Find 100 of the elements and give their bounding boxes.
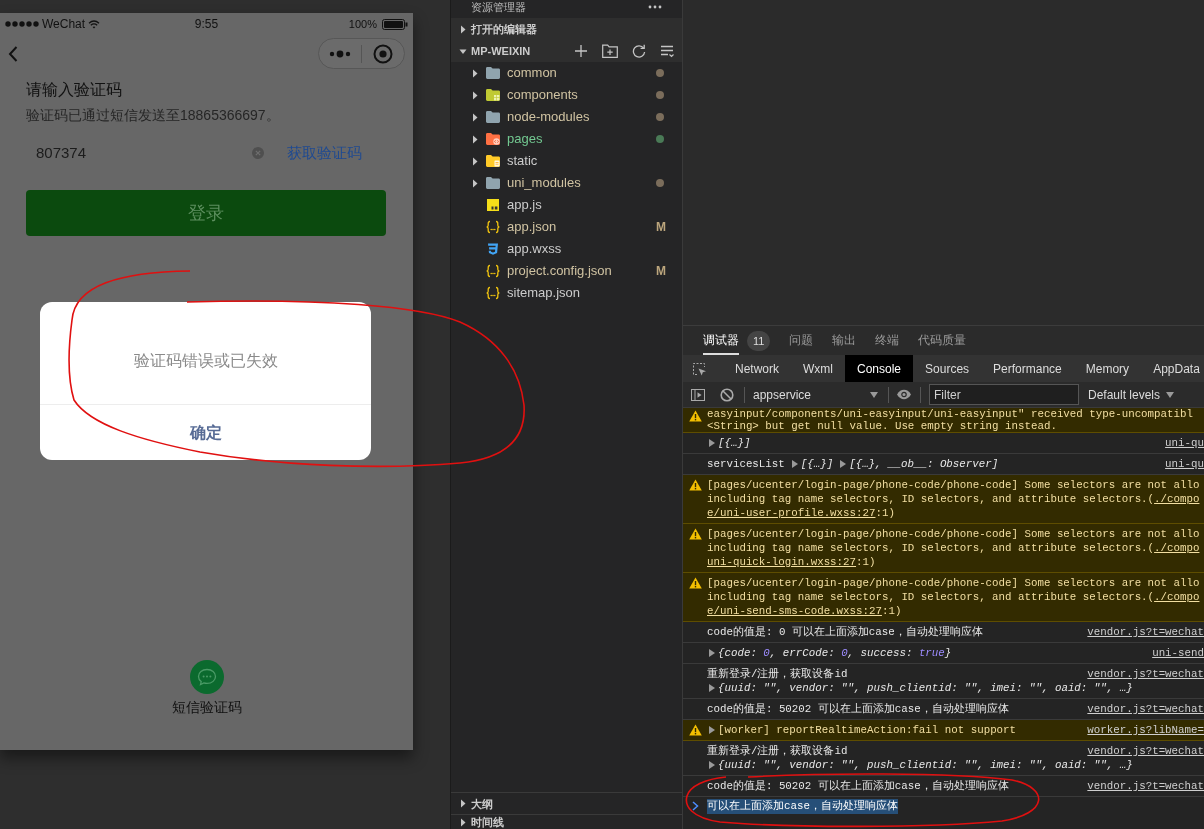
devtools-tab[interactable]: Console xyxy=(845,355,914,382)
inspect-icon[interactable] xyxy=(691,360,707,377)
back-icon[interactable] xyxy=(8,45,18,62)
panel-tab[interactable]: 问题 xyxy=(789,326,814,355)
sidebar-toggle-icon[interactable] xyxy=(690,386,706,403)
warning-text: e/uni-send-sms-code.wxss:27:1) xyxy=(707,604,902,618)
source-link[interactable]: uni-qu xyxy=(1157,436,1204,450)
section-header[interactable]: 时间线 xyxy=(451,814,682,829)
refresh-icon[interactable] xyxy=(632,44,646,58)
source-link[interactable]: vendor.js?t=wechat xyxy=(1079,625,1204,639)
caret-right-icon[interactable] xyxy=(709,726,715,734)
file-name[interactable]: node-modules xyxy=(507,109,590,125)
context-dropdown[interactable]: appservice xyxy=(753,387,886,402)
explorer-title: 资源管理器 xyxy=(471,0,526,14)
braces-file-icon xyxy=(485,219,501,235)
file-name[interactable]: project.config.json xyxy=(507,263,612,279)
section-title: MP-WEIXIN xyxy=(471,44,531,58)
caret-right-icon[interactable] xyxy=(709,439,715,447)
object-preview: {uuid: "", vendor: "", push_clientid: "", imei: "", oaid: "", …} xyxy=(718,681,1133,695)
caret-right-icon[interactable] xyxy=(471,156,479,166)
file-name[interactable]: uni_modules xyxy=(507,175,581,191)
wifi-icon xyxy=(88,19,101,29)
source-link[interactable]: vendor.js?t=wechat xyxy=(1079,779,1204,793)
confirm-button[interactable]: 确定 xyxy=(40,405,371,460)
console-text: code的值是: 50202 可以在上面添加case，自动处理响应体 xyxy=(707,702,1009,716)
prompt-chevron-icon xyxy=(691,801,699,811)
panel-tab[interactable]: 终端 xyxy=(875,326,900,355)
caret-down-icon xyxy=(1166,391,1175,398)
source-link[interactable]: uni-send xyxy=(1144,646,1204,660)
source-link[interactable]: uni-qu xyxy=(1157,457,1204,471)
file-name[interactable]: pages xyxy=(507,131,543,147)
file-link[interactable]: e/uni-send-sms-code.wxss:27 xyxy=(707,605,882,617)
css-file-icon xyxy=(485,241,501,257)
plus-icon[interactable] xyxy=(574,44,588,58)
caret-down-icon xyxy=(870,391,878,398)
file-name[interactable]: common xyxy=(507,65,557,81)
console-text: 重新登录/注册，获取设备id xyxy=(707,667,848,681)
clear-console-icon[interactable] xyxy=(720,387,734,402)
devtools-tab[interactable]: Wxml xyxy=(791,355,845,382)
file-link[interactable]: ./compo xyxy=(1154,591,1200,603)
devtools-tab[interactable]: Memory xyxy=(1073,355,1142,382)
file-link[interactable]: ./compo xyxy=(1154,493,1200,505)
eye-icon[interactable] xyxy=(896,389,912,400)
battery-percent: 100% xyxy=(348,17,377,31)
folder-icon xyxy=(485,65,501,81)
folder-icon xyxy=(485,153,501,169)
source-link[interactable]: vendor.js?t=wechat xyxy=(1079,667,1204,681)
devtools-tab[interactable]: AppData xyxy=(1141,355,1204,382)
file-name[interactable]: components xyxy=(507,87,578,103)
caret-right-icon[interactable] xyxy=(709,649,715,657)
caret-right-icon[interactable] xyxy=(471,134,479,144)
dialog-message: 验证码错误或已失效 xyxy=(133,351,278,371)
panel-tab[interactable]: 输出 xyxy=(832,326,857,355)
devtools-tab[interactable]: Sources xyxy=(913,355,982,382)
file-name[interactable]: app.json xyxy=(507,219,557,235)
warning-text: easyinput/components/uni-easyinput/uni-easyinput" received type-uncompatibl xyxy=(707,408,1193,420)
new-folder-icon[interactable] xyxy=(602,44,618,58)
warning-icon xyxy=(688,528,702,540)
section-header[interactable]: 打开的编辑器 xyxy=(451,18,682,40)
file-link[interactable]: uni-quick-login.wxss:27 xyxy=(707,556,857,568)
console-input[interactable]: 可以在上面添加case，自动处理响应体 xyxy=(707,797,1204,815)
panel-tab[interactable]: 代码质量 xyxy=(918,326,967,355)
file-name[interactable]: sitemap.json xyxy=(507,285,580,301)
file-name[interactable]: static xyxy=(507,153,538,169)
file-name[interactable]: app.js xyxy=(507,197,542,213)
caret-right-icon[interactable] xyxy=(471,112,479,122)
caret-right-icon[interactable] xyxy=(471,90,479,100)
collapse-icon[interactable] xyxy=(660,44,674,58)
caret-right-icon[interactable] xyxy=(471,68,479,78)
caret-right-icon[interactable] xyxy=(471,178,479,188)
object-preview: [{…}, __ob__: Observer] xyxy=(849,457,999,471)
caret-right-icon[interactable] xyxy=(459,24,467,34)
folder-icon xyxy=(485,109,501,125)
file-name[interactable]: app.wxss xyxy=(507,241,562,257)
source-link[interactable]: vendor.js?t=wechat xyxy=(1079,744,1204,758)
file-link[interactable]: e/uni-user-profile.wxss:27 xyxy=(707,507,876,519)
levels-dropdown[interactable]: Default levels xyxy=(1088,387,1175,402)
section-header[interactable]: MP-WEIXIN xyxy=(451,40,682,62)
caret-right-icon[interactable] xyxy=(791,460,798,468)
devtools-tab[interactable]: Network xyxy=(723,355,791,382)
warning-text: [pages/ucenter/login-page/phone-code/phone-code] Some selectors are not allo xyxy=(707,527,1200,541)
devtools-tab[interactable]: Performance xyxy=(981,355,1074,382)
file-link[interactable]: ./compo xyxy=(1154,542,1200,554)
filter-input[interactable]: Filter xyxy=(929,384,1079,405)
battery-icon xyxy=(382,18,408,30)
caret-right-icon[interactable] xyxy=(840,460,847,468)
js-file-icon xyxy=(485,197,501,213)
source-link[interactable]: worker.js?libName= xyxy=(1079,723,1204,737)
object-preview: [{…}] xyxy=(718,436,751,450)
more-icon[interactable] xyxy=(648,5,662,9)
target-icon[interactable] xyxy=(373,43,393,64)
braces-file-icon xyxy=(485,263,501,279)
caret-right-icon[interactable] xyxy=(709,684,715,692)
caret-right-icon[interactable] xyxy=(459,799,467,808)
warning-text: [pages/ucenter/login-page/phone-code/phone-code] Some selectors are not allo xyxy=(707,478,1200,492)
caret-right-icon[interactable] xyxy=(709,761,715,769)
source-link[interactable]: vendor.js?t=wechat xyxy=(1079,702,1204,716)
caret-right-icon[interactable] xyxy=(459,818,467,827)
console-text: servicesList xyxy=(707,457,785,471)
console-text: code的值是: 50202 可以在上面添加case，自动处理响应体 xyxy=(707,779,1009,793)
